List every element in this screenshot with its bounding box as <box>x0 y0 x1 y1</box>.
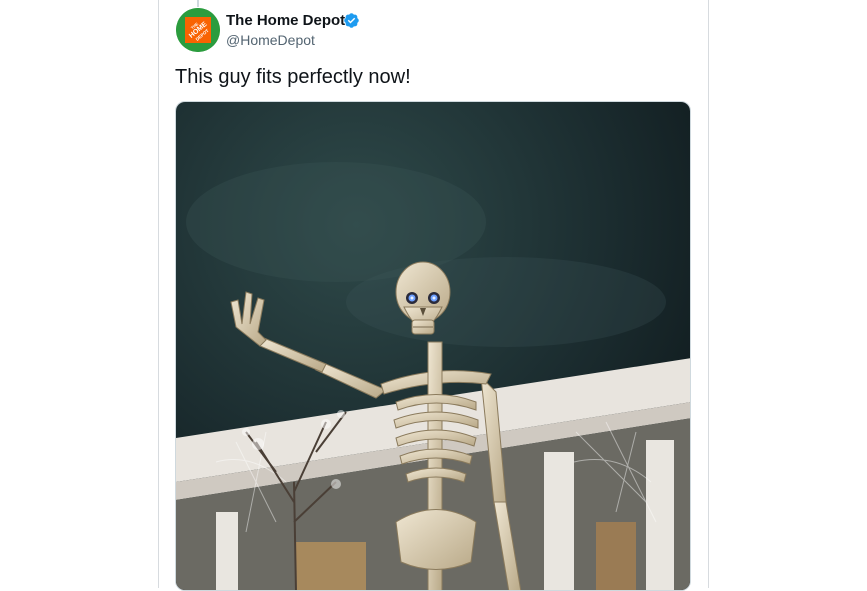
verified-badge-icon <box>344 13 359 28</box>
thread-connector-line <box>197 0 199 7</box>
author-avatar[interactable]: THE HOME DEPOT <box>176 8 220 52</box>
skeleton-photo <box>176 102 690 590</box>
tweet-text: This guy fits perfectly now! <box>175 66 411 88</box>
author-name[interactable]: The Home Depot <box>226 12 345 29</box>
author-handle[interactable]: @HomeDepot <box>226 32 315 48</box>
tweet-media-image[interactable] <box>175 101 691 591</box>
home-depot-logo-icon: THE HOME DEPOT <box>176 8 220 52</box>
